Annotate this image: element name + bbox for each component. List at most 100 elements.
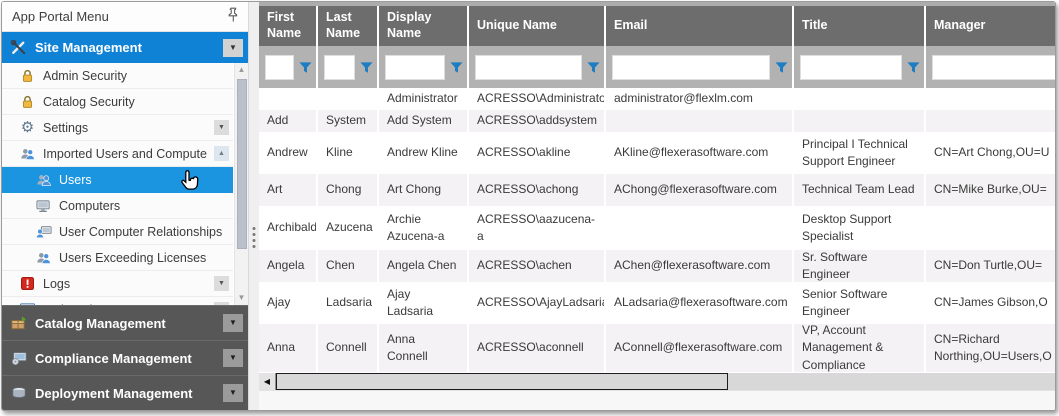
table-cell: ACRESSO\aazucena-a	[469, 206, 606, 250]
lock-icon	[19, 67, 36, 84]
table-cell: Principal I Technical Support Engineer	[794, 132, 926, 174]
pin-icon[interactable]	[227, 7, 239, 26]
filter-input-title[interactable]	[800, 55, 902, 80]
table-cell: Add	[259, 110, 318, 132]
chevron-down-icon[interactable]: ▼	[214, 276, 229, 291]
table-cell: Kline	[318, 132, 379, 174]
column-header-email[interactable]: Email	[606, 6, 794, 46]
horizontal-scrollbar[interactable]: ◀	[259, 373, 1055, 390]
sidebar-group-deployment-management[interactable]: Deployment Management ▼	[2, 375, 248, 410]
sidebar-item-label: Computers	[59, 199, 120, 213]
table-cell: ACRESSO\akline	[469, 132, 606, 174]
user-computer-icon	[35, 223, 52, 240]
sidebar-scrollbar[interactable]: ▲ ▼	[234, 63, 248, 305]
table-row[interactable]: AndrewKlineAndrew KlineACRESSO\aklineAKl…	[259, 132, 1055, 174]
scroll-down-icon[interactable]: ▼	[238, 291, 246, 305]
filter-funnel-icon[interactable]	[774, 61, 788, 74]
panel-splitter[interactable]	[249, 2, 259, 410]
filter-funnel-icon[interactable]	[359, 61, 373, 74]
chevron-down-icon[interactable]: ▼	[223, 314, 243, 332]
sidebar-item-users-exceeding-licenses[interactable]: Users Exceeding Licenses	[2, 245, 233, 271]
scrollbar-thumb[interactable]	[276, 373, 728, 390]
table-row[interactable]: AnnaConnellAnna ConnellACRESSO\aconnellA…	[259, 324, 1055, 372]
chevron-down-icon[interactable]: ▼	[214, 302, 229, 305]
table-cell: CN=Mike Burke,OU=	[926, 174, 1055, 206]
column-header-manager[interactable]: Manager	[926, 6, 1055, 46]
sidebar-item-catalog-security[interactable]: Catalog Security	[2, 89, 233, 115]
table-cell	[794, 88, 926, 110]
table-row[interactable]: ArchibaldAzucenaArchie Azucena-aACRESSO\…	[259, 206, 1055, 250]
filter-input-unique-name[interactable]	[475, 55, 582, 80]
filter-funnel-icon[interactable]	[298, 61, 312, 74]
grid-footer-space	[259, 390, 1055, 410]
table-row[interactable]: AjayLadsariaAjay LadsariaACRESSO\AjayLad…	[259, 282, 1055, 324]
sidebar-item-label: Users	[59, 173, 92, 187]
table-cell: Ajay	[259, 282, 318, 324]
scrollbar-thumb[interactable]	[237, 79, 247, 249]
table-cell: Connell	[318, 324, 379, 372]
table-cell: ACRESSO\AjayLadsaria	[469, 282, 606, 324]
chevron-down-icon[interactable]: ▼	[214, 120, 229, 135]
sidebar-item-active-directory[interactable]: Active Directory ▼	[2, 297, 233, 305]
chevron-down-icon[interactable]: ▼	[223, 39, 243, 57]
sidebar-item-user-computer-relationships[interactable]: User Computer Relationships	[2, 219, 233, 245]
sidebar-group-catalog-management[interactable]: Catalog Management ▼	[2, 305, 248, 340]
table-cell: ACRESSO\aconnell	[469, 324, 606, 372]
users-grid: First Name Last Name Display Name Unique…	[259, 2, 1055, 410]
sidebar-item-label: Logs	[43, 277, 70, 291]
group-label: Catalog Management	[35, 316, 215, 331]
table-cell	[606, 206, 794, 250]
chevron-down-icon[interactable]: ▼	[223, 349, 243, 367]
column-header-title[interactable]: Title	[794, 6, 926, 46]
chevron-down-icon[interactable]: ▼	[223, 384, 243, 402]
sidebar-item-settings[interactable]: ⚙ Settings ▼	[2, 115, 233, 141]
column-header-last-name[interactable]: Last Name	[318, 6, 379, 46]
table-cell: AChen@flexerasoftware.com	[606, 250, 794, 282]
column-header-display-name[interactable]: Display Name	[379, 6, 469, 46]
sidebar-group-compliance-management[interactable]: Compliance Management ▼	[2, 340, 248, 375]
table-cell: Sr. Software Engineer	[794, 250, 926, 282]
package-icon	[10, 315, 27, 332]
sidebar-item-label: User Computer Relationships	[59, 225, 222, 239]
table-cell: ACRESSO\Administrator	[469, 88, 606, 110]
gear-icon: ⚙	[19, 119, 36, 136]
filter-input-display-name[interactable]	[385, 55, 445, 80]
table-cell: Angela Chen	[379, 250, 469, 282]
table-cell	[926, 110, 1055, 132]
table-row[interactable]: ArtChongArt ChongACRESSO\achongAChong@fl…	[259, 174, 1055, 206]
filter-input-first-name[interactable]	[265, 55, 294, 80]
deployment-icon	[10, 385, 27, 402]
sidebar-item-logs[interactable]: Logs ▼	[2, 271, 233, 297]
table-cell: Desktop Support Specialist	[794, 206, 926, 250]
app-portal-window: App Portal Menu Site Management ▼ Admin …	[1, 1, 1056, 411]
filter-input-last-name[interactable]	[324, 55, 355, 80]
filter-input-manager[interactable]	[932, 55, 1055, 80]
sidebar-item-users[interactable]: Users	[2, 167, 233, 193]
scroll-left-icon[interactable]: ◀	[259, 373, 276, 390]
chevron-up-icon[interactable]: ▲	[214, 146, 229, 161]
filter-funnel-icon[interactable]	[586, 61, 600, 74]
lock-icon	[19, 93, 36, 110]
filter-funnel-icon[interactable]	[906, 61, 920, 74]
directory-card-icon	[19, 301, 36, 305]
sidebar-item-computers[interactable]: Computers	[2, 193, 233, 219]
column-header-first-name[interactable]: First Name	[259, 6, 318, 46]
sidebar-group-site-management[interactable]: Site Management ▼	[2, 32, 248, 63]
table-cell	[926, 88, 1055, 110]
table-cell: Ajay Ladsaria	[379, 282, 469, 324]
filter-funnel-icon[interactable]	[449, 61, 463, 74]
table-cell: CN=James Gibson,O	[926, 282, 1055, 324]
filter-input-email[interactable]	[612, 55, 770, 80]
sidebar-title: App Portal Menu	[12, 9, 227, 24]
table-row[interactable]: AdministratorACRESSO\Administratoradmini…	[259, 88, 1055, 110]
table-row[interactable]: AngelaChenAngela ChenACRESSO\achenAChen@…	[259, 250, 1055, 282]
table-cell: VP, Account Management & Compliance	[794, 324, 926, 372]
table-cell: Archie Azucena-a	[379, 206, 469, 250]
table-row[interactable]: AddSystemAdd SystemACRESSO\addsystem	[259, 110, 1055, 132]
column-header-unique-name[interactable]: Unique Name	[469, 6, 606, 46]
sidebar-item-imported-users-and-computers[interactable]: Imported Users and Computers ▲	[2, 141, 233, 167]
sidebar-item-admin-security[interactable]: Admin Security	[2, 63, 233, 89]
table-cell: Technical Team Lead	[794, 174, 926, 206]
table-cell: Administrator	[379, 88, 469, 110]
scroll-up-icon[interactable]: ▲	[238, 63, 246, 77]
